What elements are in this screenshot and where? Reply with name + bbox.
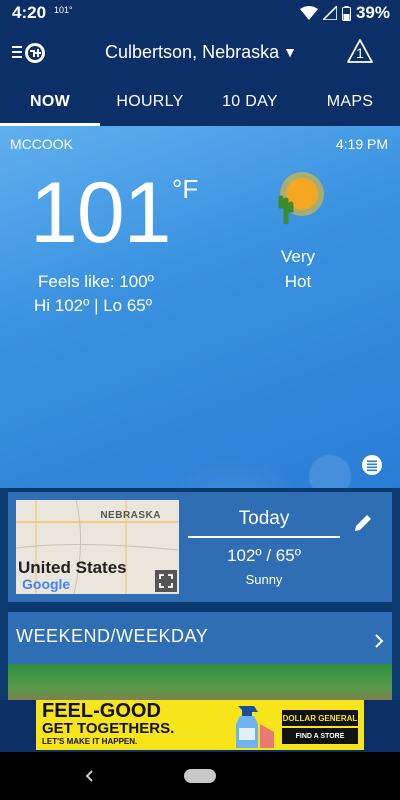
weekend-map-preview bbox=[8, 664, 392, 700]
today-label: Today bbox=[188, 508, 340, 538]
feels-like: Feels like: 100º bbox=[38, 272, 154, 291]
ad-headline: FEEL-GOOD GET TOGETHERS. bbox=[42, 700, 175, 737]
ad-find-store-button[interactable]: FIND A STORE bbox=[282, 728, 358, 744]
temperature-unit: °F bbox=[172, 174, 199, 204]
edit-pencil-icon[interactable] bbox=[352, 512, 374, 534]
condition-line-2: Hot bbox=[284, 272, 312, 291]
current-temperature: 101 bbox=[30, 165, 171, 261]
location-selector[interactable]: Culbertson, Nebraska ▼ bbox=[96, 39, 306, 65]
home-pill[interactable] bbox=[184, 769, 216, 783]
alert-count: 1 bbox=[356, 45, 364, 61]
today-card[interactable]: NEBRASKA United States Google Today 102º… bbox=[8, 492, 392, 602]
status-temperature: 101° bbox=[54, 5, 73, 15]
google-logo: Google bbox=[22, 576, 71, 592]
battery-percent: 39% bbox=[355, 3, 390, 22]
wifi-icon bbox=[299, 6, 318, 20]
radar-map-thumbnail[interactable]: NEBRASKA United States Google bbox=[16, 500, 179, 594]
status-bar: 4:20 101° 39% bbox=[0, 0, 400, 26]
alerts-button[interactable]: 1 bbox=[346, 38, 374, 64]
today-condition: Sunny bbox=[245, 572, 283, 587]
tab-bar: NOW HOURLY 10 DAY MAPS bbox=[0, 78, 400, 126]
status-time: 4:20 bbox=[12, 3, 47, 22]
weekend-weekday-card[interactable]: WEEKEND/WEEKDAY bbox=[8, 612, 392, 700]
battery-icon bbox=[341, 5, 351, 21]
tab-maps[interactable]: MAPS bbox=[300, 78, 400, 126]
spray-bottle-image bbox=[236, 706, 274, 748]
chevron-right-icon bbox=[375, 634, 384, 648]
hot-sun-cactus-icon bbox=[278, 172, 324, 225]
today-hi-lo: 102º / 65º bbox=[227, 546, 301, 565]
details-list-icon[interactable] bbox=[361, 454, 383, 476]
ad-brand-logo: DOLLAR GENERAL bbox=[282, 710, 358, 726]
condition-text: Very Hot bbox=[268, 244, 328, 294]
map-state-label: NEBRASKA bbox=[100, 510, 161, 521]
signal-icon bbox=[322, 6, 337, 20]
system-nav-bar bbox=[0, 752, 400, 800]
tab-now[interactable]: NOW bbox=[0, 78, 100, 126]
hi-lo: Hi 102º | Lo 65º bbox=[34, 296, 152, 315]
station-name: MCCOOK bbox=[10, 136, 73, 152]
status-indicators: 39% bbox=[299, 3, 390, 23]
menu-button[interactable] bbox=[12, 40, 48, 66]
ad-headline-line-1: FEEL-GOOD bbox=[42, 700, 161, 722]
ad-subline: LET'S MAKE IT HAPPEN. bbox=[42, 737, 138, 746]
ad-banner[interactable]: FEEL-GOOD GET TOGETHERS. LET'S MAKE IT H… bbox=[36, 700, 364, 750]
current-conditions-panel: MCCOOK 4:19 PM 101 °F Feels like: 100º H… bbox=[0, 126, 400, 488]
location-name: Culbertson, Nebraska bbox=[105, 41, 280, 62]
menu-logo-icon bbox=[12, 43, 45, 63]
back-icon[interactable] bbox=[80, 764, 100, 788]
weekend-weekday-title: WEEKEND/WEEKDAY bbox=[16, 626, 209, 646]
expand-icon bbox=[159, 574, 173, 588]
map-country-label: United States bbox=[18, 558, 127, 577]
tab-hourly[interactable]: HOURLY bbox=[100, 78, 200, 126]
observation-time: 4:19 PM bbox=[335, 136, 388, 152]
app-header: Culbertson, Nebraska ▼ 1 bbox=[0, 26, 400, 78]
condition-line-1: Very bbox=[280, 247, 316, 266]
caret-down-icon: ▼ bbox=[283, 44, 297, 60]
ad-headline-line-2: GET TOGETHERS. bbox=[42, 720, 175, 737]
ad-container: FEEL-GOOD GET TOGETHERS. LET'S MAKE IT H… bbox=[0, 700, 400, 752]
tab-10-day[interactable]: 10 DAY bbox=[200, 78, 300, 126]
expand-map-button[interactable] bbox=[155, 570, 177, 592]
